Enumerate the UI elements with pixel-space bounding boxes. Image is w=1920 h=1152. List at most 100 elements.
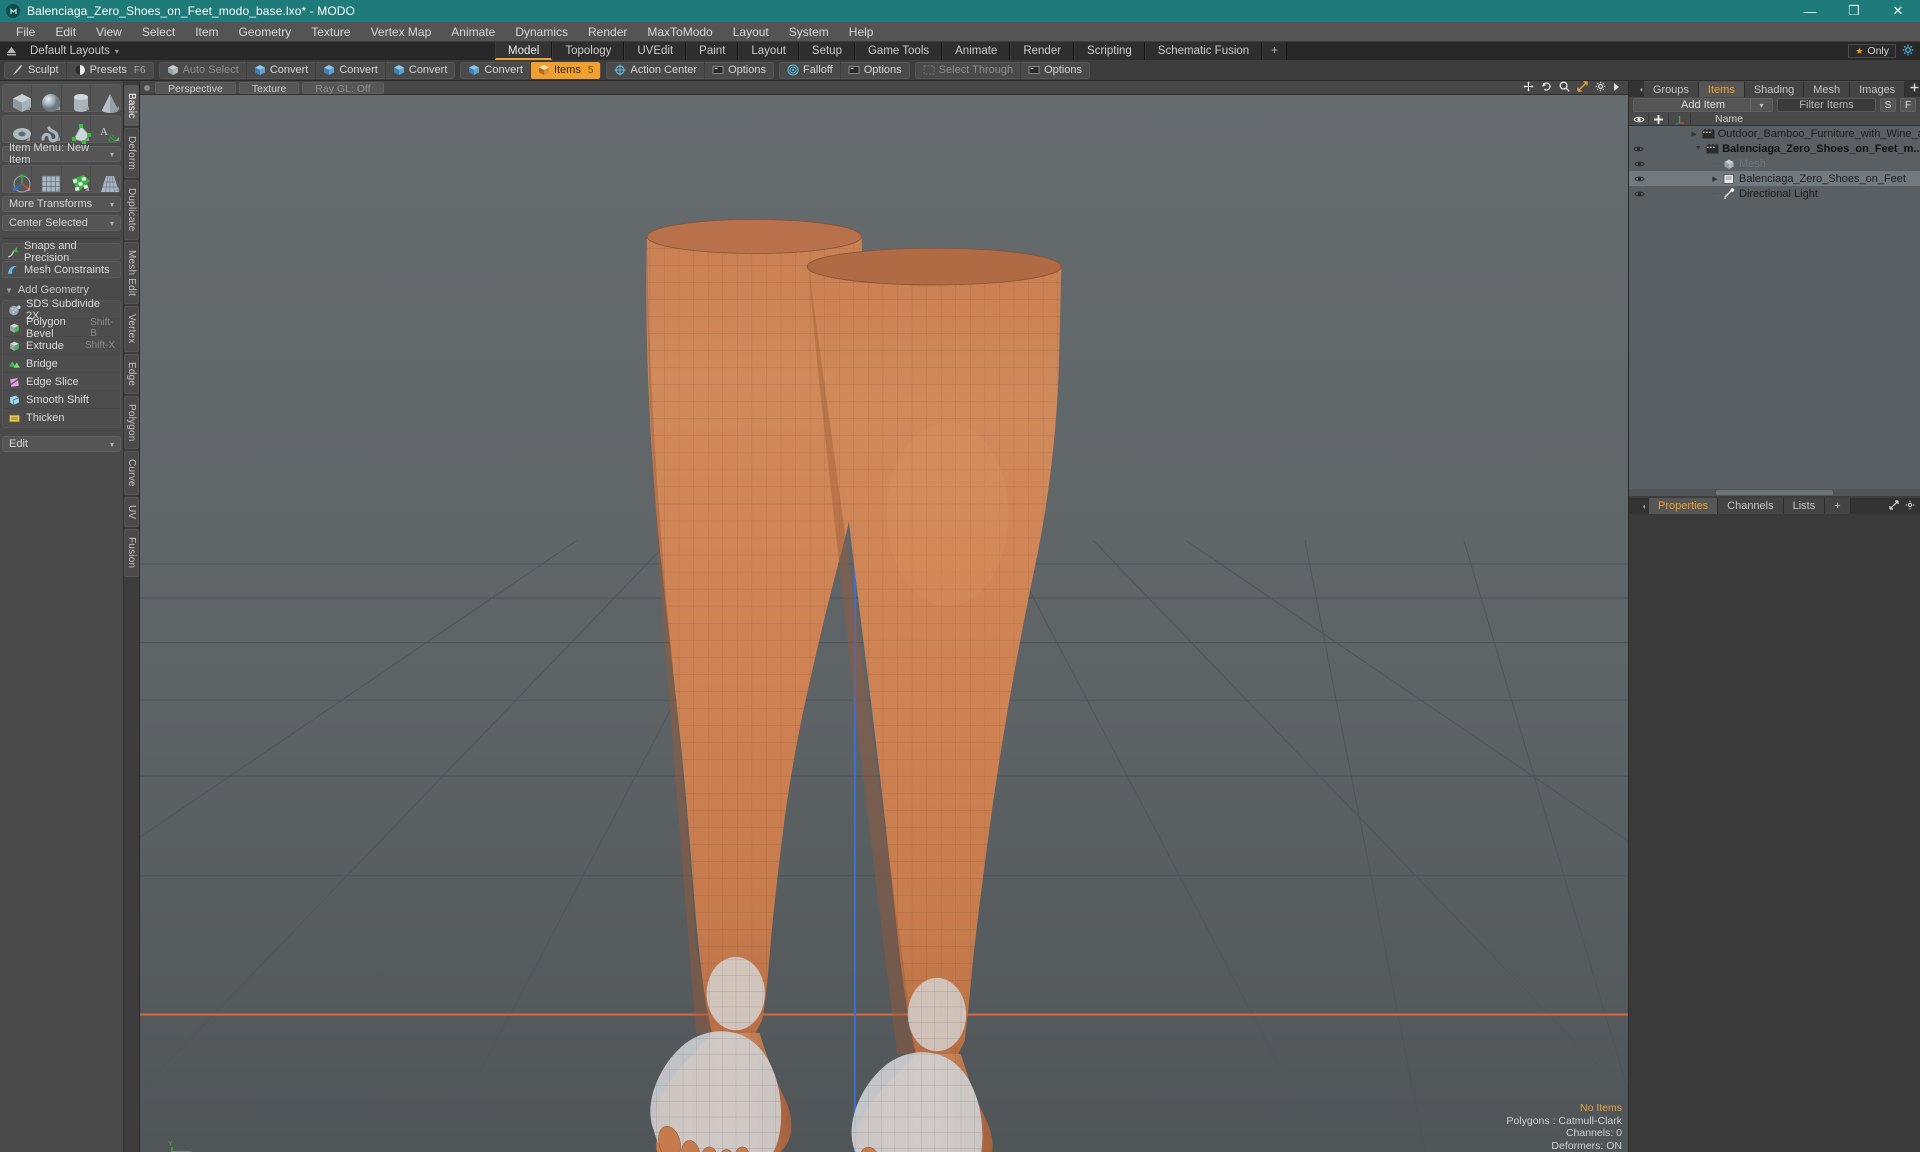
transform-tool-bend-button[interactable]: [32, 166, 62, 193]
layout-tab-model[interactable]: Model: [495, 42, 553, 60]
layout-tab-game-tools[interactable]: Game Tools: [854, 42, 943, 60]
properties-tab-channels[interactable]: Channels: [1718, 498, 1784, 514]
home-arrow-icon[interactable]: [0, 42, 22, 60]
transform-tool-deform-button[interactable]: [62, 166, 91, 192]
viewport-texture-button[interactable]: Texture: [238, 81, 300, 95]
only-badge[interactable]: ★ Only: [1848, 44, 1896, 58]
rotate-icon[interactable]: [1541, 81, 1552, 95]
vtab-edge[interactable]: Edge: [124, 353, 139, 394]
toolbar-options-button[interactable]: Options: [705, 62, 773, 79]
eye-icon[interactable]: [1629, 175, 1649, 183]
filter-f-button[interactable]: F: [1900, 98, 1916, 112]
layout-tab-animate[interactable]: Animate: [942, 42, 1011, 60]
vtab-polygon[interactable]: Polygon: [124, 395, 139, 450]
tool-thicken[interactable]: Thicken: [3, 409, 120, 427]
menu-item-file[interactable]: File: [6, 22, 45, 42]
vtab-vertex[interactable]: Vertex: [124, 306, 139, 352]
primitive-sphere-button[interactable]: [32, 85, 62, 112]
more-transforms-dropdown[interactable]: More Transforms ▾: [2, 196, 121, 212]
transform-tool-transform-button[interactable]: [3, 166, 33, 193]
mesh-constraints-row[interactable]: Mesh Constraints: [2, 261, 121, 278]
move-icon[interactable]: [1523, 81, 1534, 95]
tree-row[interactable]: ▶ Balenciaga_Zero_Shoes_on_Feet: [1629, 171, 1920, 186]
tree-row[interactable]: ▶ Outdoor_Bamboo_Furniture_with_Wine_a ..…: [1629, 126, 1920, 141]
tool-bridge[interactable]: Bridge: [3, 355, 120, 373]
vtab-mesh-edit[interactable]: Mesh Edit: [124, 241, 139, 305]
vtab-basic[interactable]: Basic: [124, 85, 139, 127]
filter-items-input[interactable]: Filter Items: [1777, 98, 1876, 112]
toolbar-convert-button[interactable]: Convert: [461, 61, 531, 79]
tree-disclosure-icon[interactable]: ▶: [1707, 175, 1723, 183]
toolbar-options-button[interactable]: Options: [1021, 62, 1089, 79]
close-button[interactable]: ✕: [1876, 0, 1920, 22]
viewport-menu-dot-icon[interactable]: [144, 84, 150, 91]
layout-tab-uvedit[interactable]: UVEdit: [624, 42, 687, 60]
viewport-raygl-button[interactable]: Ray GL: Off: [302, 81, 384, 95]
axis-icon[interactable]: [1669, 112, 1691, 126]
vtab-duplicate[interactable]: Duplicate: [124, 180, 139, 240]
edit-dropdown[interactable]: Edit ▾: [2, 436, 121, 452]
layout-tab-scripting[interactable]: Scripting: [1074, 42, 1145, 60]
menu-item-maxtomodo[interactable]: MaxToModo: [637, 22, 722, 42]
toolbar-convert-button[interactable]: Convert: [247, 61, 317, 79]
layout-tab-paint[interactable]: Paint: [686, 42, 739, 60]
plus-icon[interactable]: [1910, 83, 1919, 95]
tree-disclosure-icon[interactable]: ▼: [1690, 145, 1706, 152]
layout-tab-layout[interactable]: Layout: [738, 42, 799, 60]
menu-item-geometry[interactable]: Geometry: [229, 22, 302, 42]
tool-smooth-shift[interactable]: Smooth Shift: [3, 391, 120, 409]
menu-item-vertex-map[interactable]: Vertex Map: [361, 22, 442, 42]
tree-row[interactable]: ▼ Balenciaga_Zero_Shoes_on_Feet_m...: [1629, 141, 1920, 156]
menu-item-render[interactable]: Render: [578, 22, 637, 42]
toolbar-action-center-button[interactable]: Action Center: [607, 61, 706, 79]
filter-s-button[interactable]: S: [1880, 98, 1896, 112]
toolbar-falloff-button[interactable]: Falloff: [780, 61, 841, 79]
transform-tool-taper-button[interactable]: [91, 166, 120, 193]
toolbar-auto-select-button[interactable]: Auto Select: [160, 61, 247, 79]
chevron-down-icon[interactable]: ▾: [1750, 98, 1772, 112]
right-tab-images[interactable]: Images: [1850, 81, 1906, 97]
menu-item-item[interactable]: Item: [185, 22, 228, 42]
gear-icon[interactable]: [1595, 81, 1606, 95]
toolbar-convert-button[interactable]: Convert: [386, 62, 455, 79]
primitive-torus-button[interactable]: [3, 116, 33, 142]
viewport-perspective-button[interactable]: Perspective: [155, 81, 236, 95]
tree-row[interactable]: ⋯ Mesh: [1629, 156, 1920, 171]
toolbar-items-button[interactable]: Items 5: [530, 61, 601, 79]
layout-tab-add[interactable]: +: [1262, 42, 1287, 60]
zoom-icon[interactable]: [1559, 81, 1570, 95]
expand-icon[interactable]: [1889, 499, 1899, 513]
properties-tab-lists[interactable]: Lists: [1783, 498, 1826, 514]
viewport-3d[interactable]: No Items Polygons : Catmull-Clark Channels…: [140, 95, 1628, 1152]
right-tab-mesh-[interactable]: Mesh ...: [1804, 81, 1851, 112]
properties-tab-properties[interactable]: Properties: [1649, 498, 1719, 514]
right-tab-groups[interactable]: Groups: [1643, 81, 1699, 97]
fit-icon[interactable]: [1577, 80, 1588, 95]
eye-icon[interactable]: [1629, 160, 1649, 168]
vtab-uv[interactable]: UV: [124, 497, 139, 528]
menu-item-animate[interactable]: Animate: [441, 22, 505, 42]
right-tab-shading[interactable]: Shading: [1744, 81, 1805, 97]
lock-plus-icon[interactable]: [1649, 112, 1669, 126]
primitive-text-button[interactable]: A &: [91, 116, 120, 145]
snaps-and-precision-row[interactable]: Snaps and Precision: [2, 240, 121, 264]
add-item-button[interactable]: Add Item ▾: [1633, 98, 1773, 112]
default-layouts-dropdown[interactable]: Default Layouts ▾: [22, 42, 127, 60]
layout-tab-setup[interactable]: Setup: [798, 42, 855, 60]
primitive-cube-button[interactable]: [3, 85, 33, 112]
layout-tab-schematic-fusion[interactable]: Schematic Fusion: [1144, 42, 1263, 60]
tool-edge-slice[interactable]: Edge Slice: [3, 373, 120, 391]
tool-extrude[interactable]: Extrude Shift-X: [3, 337, 120, 355]
center-selected-dropdown[interactable]: Center Selected ▾: [2, 215, 121, 231]
tree-row[interactable]: ⋯ Directional Light: [1629, 186, 1920, 201]
menu-item-dynamics[interactable]: Dynamics: [505, 22, 578, 42]
toolbar-options-button[interactable]: Options: [841, 62, 909, 79]
eye-icon[interactable]: [1629, 145, 1649, 153]
menu-item-help[interactable]: Help: [839, 22, 884, 42]
eye-icon[interactable]: [1629, 112, 1649, 126]
menu-item-layout[interactable]: Layout: [723, 22, 779, 42]
toolbar-convert-button[interactable]: Convert: [316, 61, 386, 79]
gear-icon[interactable]: [1902, 44, 1914, 59]
toolbar-sculpt-button[interactable]: Sculpt: [5, 61, 67, 79]
menu-item-view[interactable]: View: [86, 22, 132, 42]
